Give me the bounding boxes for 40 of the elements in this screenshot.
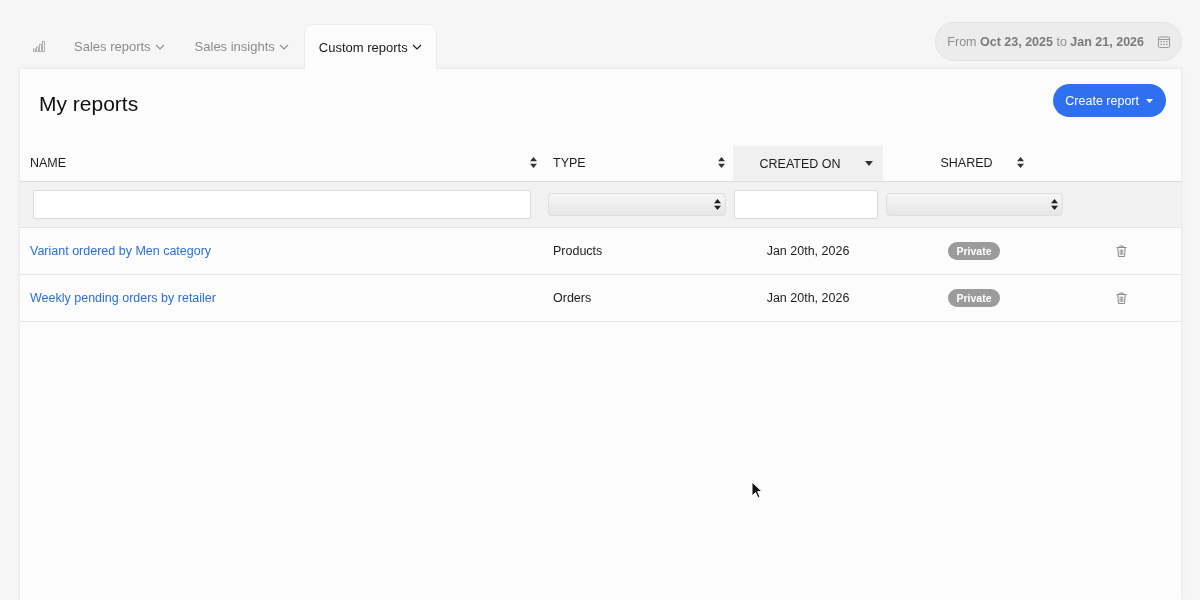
page-title: My reports — [39, 90, 139, 116]
filter-input-field[interactable] — [734, 190, 878, 219]
date-range-picker[interactable]: From Oct 23, 2025 to Jan 21, 2026 — [935, 22, 1182, 61]
bar-chart-icon — [33, 41, 45, 52]
report-type: Products — [553, 244, 603, 258]
delete-button[interactable] — [1114, 290, 1128, 306]
nav-tab[interactable]: Sales reports — [59, 24, 180, 68]
trash-icon — [1115, 245, 1127, 257]
nav-tab[interactable]: Sales insights — [179, 24, 304, 68]
column-header[interactable]: CREATED ON — [733, 146, 883, 181]
nav-tab[interactable]: Custom reports — [303, 24, 437, 69]
calendar-icon — [1158, 35, 1170, 48]
select-arrows-icon — [714, 199, 721, 210]
sharing-badge: Private — [948, 289, 1000, 307]
report-link[interactable]: Variant ordered by Men category — [30, 244, 212, 258]
created-date: Jan 20th, 2026 — [766, 291, 850, 305]
report-type: Orders — [553, 291, 592, 305]
column-header[interactable]: NAME — [20, 144, 545, 181]
sort-icon — [718, 157, 725, 168]
delete-button[interactable] — [1114, 243, 1128, 259]
mouse-pointer-icon — [751, 481, 763, 499]
column-header[interactable]: SHARED — [883, 144, 1065, 181]
sharing-badge: Private — [948, 242, 1000, 260]
filter-select-field[interactable] — [548, 193, 726, 216]
sort-icon — [530, 157, 537, 168]
select-arrows-icon — [1051, 199, 1058, 210]
chevron-down-icon — [154, 43, 165, 50]
created-date: Jan 20th, 2026 — [766, 244, 850, 258]
trash-icon — [1115, 292, 1127, 304]
column-header[interactable]: TYPE — [545, 144, 733, 181]
filter-input-field[interactable] — [33, 190, 531, 219]
sort-descending-icon — [864, 161, 873, 166]
sort-icon — [1016, 157, 1024, 168]
chevron-down-icon — [278, 43, 289, 50]
caret-down-icon — [1146, 98, 1153, 103]
chevron-down-icon — [411, 44, 422, 50]
date-range-text: From Oct 23, 2025 to Jan 21, 2026 — [947, 34, 1144, 49]
report-link[interactable]: Weekly pending orders by retailer — [30, 291, 216, 305]
create-report-button[interactable]: Create report — [1053, 84, 1166, 117]
filter-select-field[interactable] — [886, 193, 1063, 216]
